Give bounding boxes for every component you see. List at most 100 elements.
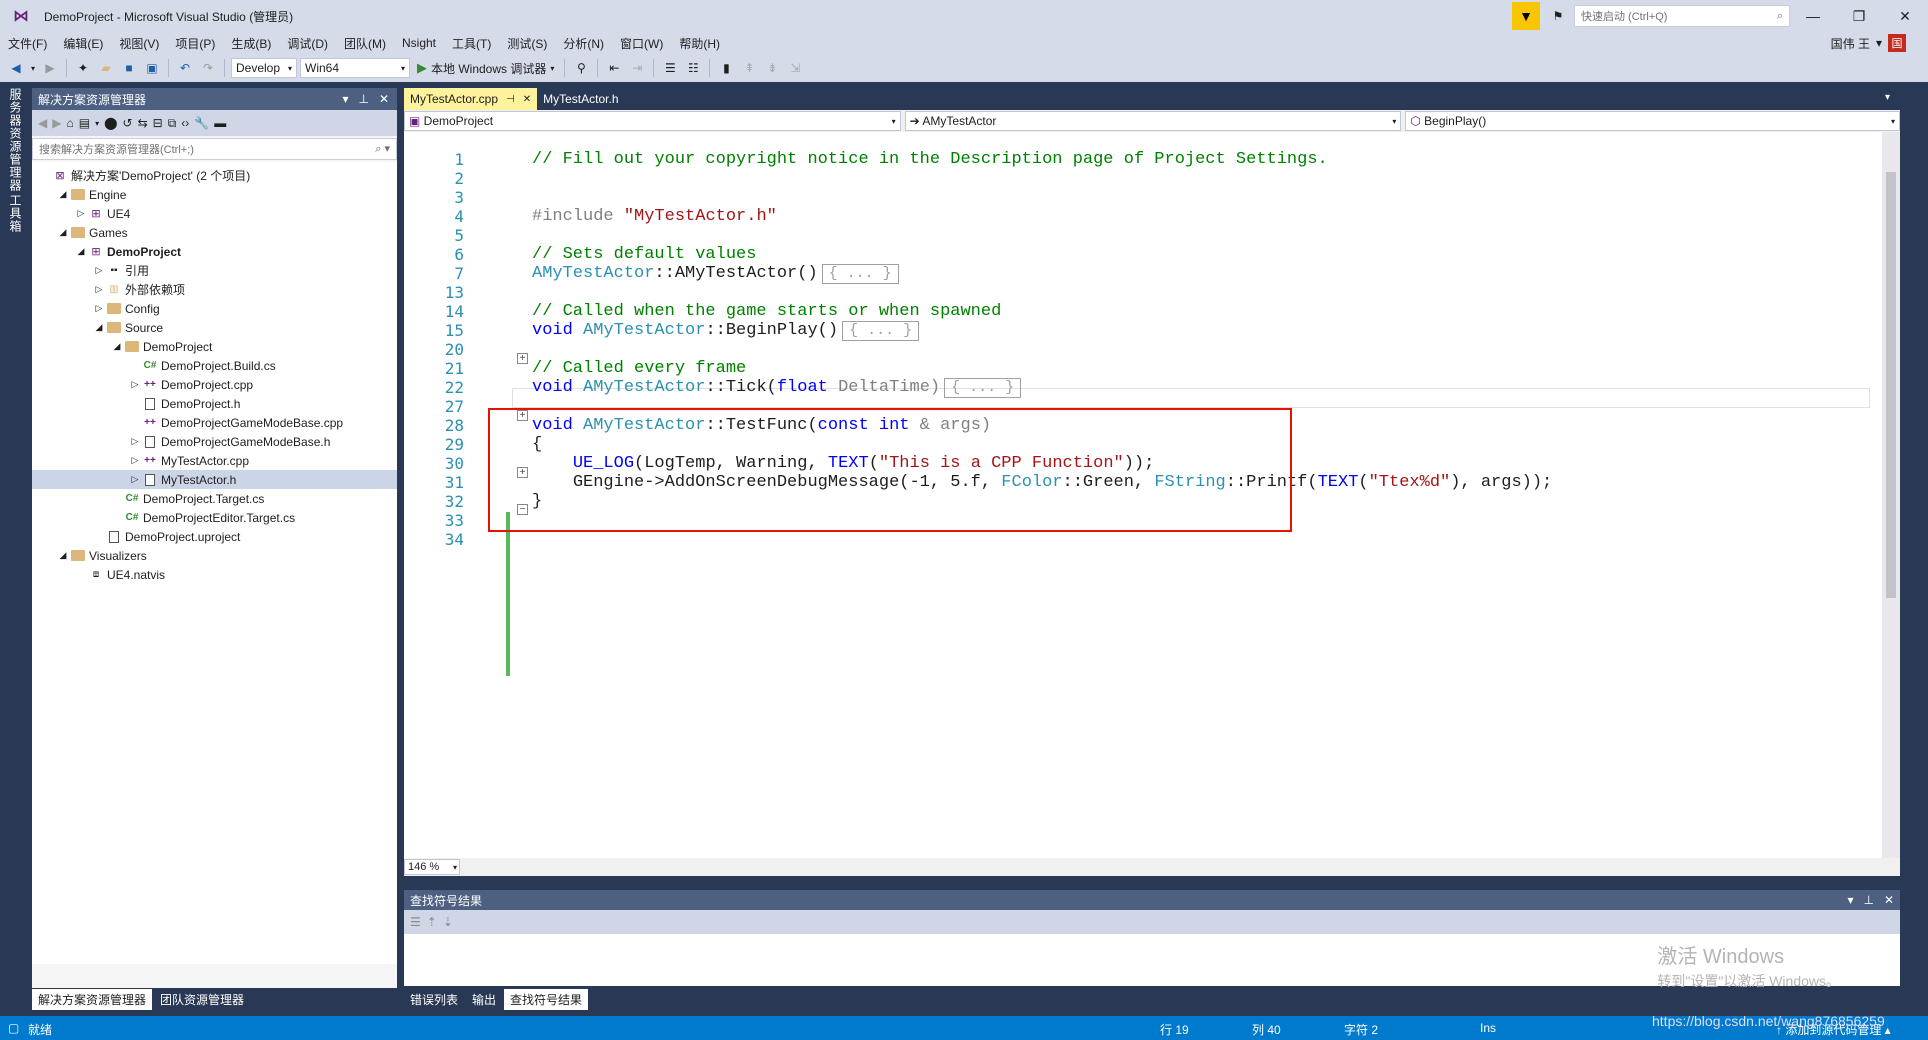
menu-nsight[interactable]: Nsight <box>394 36 444 50</box>
collapsed-block[interactable]: { ... } <box>944 378 1022 398</box>
tree-item[interactable]: ◢ DemoProject <box>32 337 397 356</box>
collapse-arrow-icon[interactable]: ◢ <box>110 341 124 352</box>
tree-item[interactable]: ▷ MyTestActor.h <box>32 470 397 489</box>
list-icon[interactable]: ☰ <box>410 915 421 929</box>
collapse-arrow-icon[interactable]: ◢ <box>56 550 70 561</box>
tree-item[interactable]: ⧈ UE4.natvis <box>32 565 397 584</box>
step-out-icon[interactable]: ⇥ <box>627 58 647 78</box>
collapse-arrow-icon[interactable]: ◢ <box>56 189 70 200</box>
menu-view[interactable]: 视图(V) <box>111 35 167 52</box>
menu-edit[interactable]: 编辑(E) <box>55 35 111 52</box>
switch-views-icon[interactable]: ▤ <box>79 116 90 130</box>
comment-icon[interactable]: ☰ <box>660 58 680 78</box>
tree-item[interactable]: ◢ Visualizers <box>32 546 397 565</box>
collapse-all-icon[interactable]: ⊟ <box>153 116 163 130</box>
chevron-down-icon[interactable]: ▾ <box>29 58 37 78</box>
toolbox-tab[interactable]: 工具箱 <box>7 194 24 233</box>
collapsed-block[interactable]: { ... } <box>842 321 920 341</box>
server-explorer-tab[interactable]: 服务器资源管理器 <box>7 88 24 192</box>
tree-item[interactable]: C# DemoProjectEditor.Target.cs <box>32 508 397 527</box>
menu-project[interactable]: 项目(P) <box>167 35 223 52</box>
close-icon[interactable]: ✕ <box>1884 893 1894 907</box>
tab-output[interactable]: 输出 <box>466 989 502 1010</box>
tree-item[interactable]: ++ DemoProjectGameModeBase.cpp <box>32 413 397 432</box>
tab-error-list[interactable]: 错误列表 <box>404 989 464 1010</box>
tree-item[interactable]: ⊠ 解决方案'DemoProject' (2 个项目) <box>32 166 397 185</box>
tree-item[interactable]: C# DemoProject.Build.cs <box>32 356 397 375</box>
scrollbar-thumb[interactable] <box>1886 172 1896 598</box>
tab-mytestactor-cpp[interactable]: MyTestActor.cpp ⊣ ✕ <box>404 88 538 110</box>
notification-filter-icon[interactable]: ▼ <box>1512 2 1540 30</box>
tree-item[interactable]: ▷ ▥ 外部依赖项 <box>32 280 397 299</box>
undo-icon[interactable]: ↶ <box>175 58 195 78</box>
preview-icon[interactable]: ▬ <box>214 116 226 130</box>
new-project-icon[interactable]: ✦ <box>73 58 93 78</box>
solution-platform-select[interactable]: Win64 ▾ <box>300 58 410 78</box>
history-icon[interactable]: ↺ <box>123 116 133 130</box>
tree-item[interactable]: ▷ ▪▪ 引用 <box>32 261 397 280</box>
menu-file[interactable]: 文件(F) <box>0 35 55 52</box>
close-icon[interactable]: ✕ <box>379 92 389 106</box>
tab-find-symbol-results[interactable]: 查找符号结果 <box>504 988 589 1010</box>
code-surface[interactable]: 1 2 3 4 5 6 7 13 14 15 20 21 22 27 28 29 30 31 32 33 34 + + … <box>404 132 1900 858</box>
tree-item[interactable]: ◢ Engine <box>32 185 397 204</box>
menu-team[interactable]: 团队(M) <box>336 35 394 52</box>
user-account[interactable]: 国伟 王 ▾ 国 <box>1831 32 1906 54</box>
uncomment-icon[interactable]: ☷ <box>683 58 703 78</box>
menu-test[interactable]: 测试(S) <box>499 35 555 52</box>
tree-item[interactable]: ▷ DemoProjectGameModeBase.h <box>32 432 397 451</box>
expand-icon[interactable]: + <box>517 353 528 364</box>
menu-help[interactable]: 帮助(H) <box>671 35 728 52</box>
close-icon[interactable]: ✕ <box>523 94 531 105</box>
redo-icon[interactable]: ↷ <box>198 58 218 78</box>
prev-bookmark-icon[interactable]: ⇞ <box>739 58 759 78</box>
menu-build[interactable]: 生成(B) <box>223 35 279 52</box>
view-code-icon[interactable]: ‹› <box>181 116 189 130</box>
chevron-down-icon[interactable]: ▾ <box>95 119 99 128</box>
zoom-select[interactable]: 146 % ▾ <box>404 859 460 875</box>
expand-arrow-icon[interactable]: ▷ <box>92 265 106 276</box>
navigate-back-icon[interactable]: ◀ <box>6 58 26 78</box>
pin-icon[interactable]: ⊣ <box>506 94 515 105</box>
collapsed-block[interactable]: { ... } <box>821 264 899 284</box>
tree-item[interactable]: DemoProject.h <box>32 394 397 413</box>
tree-item[interactable]: C# DemoProject.Target.cs <box>32 489 397 508</box>
start-debugging-button[interactable]: ▶ 本地 Windows 调试器 ▾ <box>413 60 558 77</box>
attach-icon[interactable]: ⚲ <box>571 58 591 78</box>
minimize-button[interactable]: — <box>1790 0 1836 32</box>
show-all-files-icon[interactable]: ⧉ <box>168 116 177 131</box>
save-all-icon[interactable]: ▣ <box>142 58 162 78</box>
tab-team-explorer[interactable]: 团队资源管理器 <box>154 989 250 1010</box>
bookmark-icon[interactable]: ▮ <box>716 58 736 78</box>
feedback-icon[interactable]: ⚑ <box>1548 6 1568 26</box>
open-file-icon[interactable]: ▰ <box>96 58 116 78</box>
expand-arrow-icon[interactable]: ▷ <box>92 284 106 295</box>
menu-analyze[interactable]: 分析(N) <box>555 35 612 52</box>
member-select[interactable]: ⬡ BeginPlay() ▾ <box>1405 111 1901 131</box>
tree-item[interactable]: ◢ Games <box>32 223 397 242</box>
pin-icon[interactable]: ⊥ <box>358 92 368 106</box>
navigate-forward-icon[interactable]: ▶ <box>40 58 60 78</box>
restore-button[interactable]: ❐ <box>1836 0 1882 32</box>
sync-icon[interactable]: ⇆ <box>138 116 148 130</box>
tab-solution-explorer[interactable]: 解决方案资源管理器 <box>32 988 153 1010</box>
chevron-down-icon[interactable]: ▾ <box>342 92 348 106</box>
expand-arrow-icon[interactable]: ▷ <box>128 436 142 447</box>
forward-icon[interactable]: ▶ <box>52 116 61 130</box>
quick-launch-input[interactable]: 快速启动 (Ctrl+Q) ⌕ <box>1574 5 1790 27</box>
collapse-arrow-icon[interactable]: ◢ <box>92 322 106 333</box>
tree-item[interactable]: ◢ ⊞ DemoProject <box>32 242 397 261</box>
menu-window[interactable]: 窗口(W) <box>612 35 671 52</box>
home-icon[interactable]: ⌂ <box>66 116 73 130</box>
tree-item[interactable]: ▷ ++ MyTestActor.cpp <box>32 451 397 470</box>
collapse-arrow-icon[interactable]: ◢ <box>74 246 88 257</box>
close-button[interactable]: ✕ <box>1882 0 1928 32</box>
expand-arrow-icon[interactable]: ▷ <box>92 303 106 314</box>
save-icon[interactable]: ■ <box>119 58 139 78</box>
next-bookmark-icon[interactable]: ⇟ <box>762 58 782 78</box>
tab-overflow-icon[interactable]: ▾ <box>1885 92 1890 103</box>
step-icon[interactable]: ⇤ <box>604 58 624 78</box>
solution-search-input[interactable]: 搜索解决方案资源管理器(Ctrl+;) ⌕ ▾ <box>32 138 397 160</box>
menu-debug[interactable]: 调试(D) <box>279 35 336 52</box>
tree-item[interactable]: ▷ Config <box>32 299 397 318</box>
